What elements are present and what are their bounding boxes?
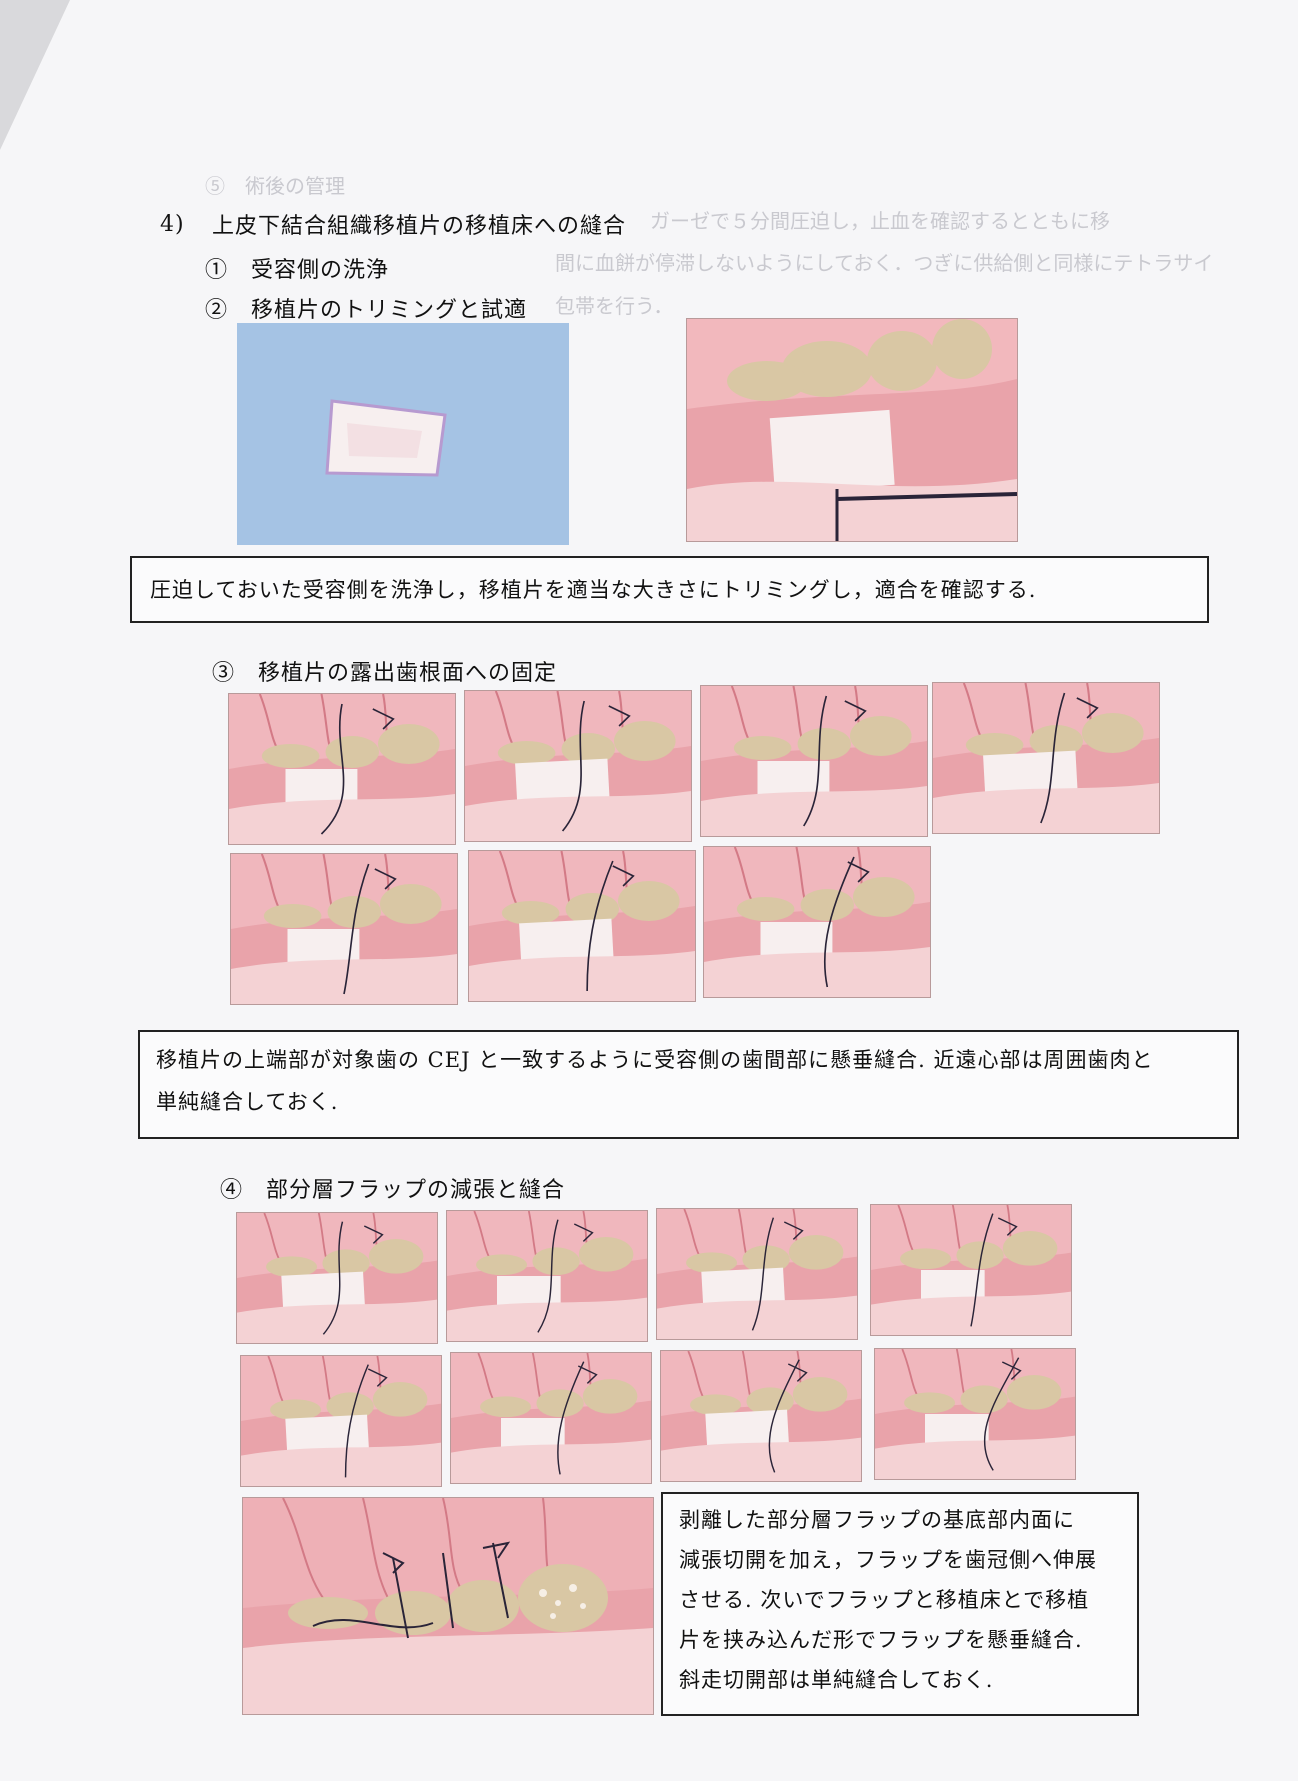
section-number: 4) — [160, 212, 185, 237]
caption-flap-line1: 剥離した部分層フラップの基底部内面に — [679, 1508, 1075, 1532]
flap-step-photo-3 — [656, 1208, 858, 1340]
section-title: 上皮下結合組織移植片の移植床への縫合 — [212, 214, 627, 239]
flap-step-photo-6 — [450, 1352, 652, 1484]
suture-step-photo-6 — [468, 850, 696, 1002]
flap-step-photo-5 — [240, 1355, 442, 1487]
caption-flap-line3: させる. 次いでフラップと移植床とで移植 — [679, 1588, 1090, 1612]
caption-flap-line2: 減張切開を加え，フラップを歯冠側へ伸展 — [679, 1548, 1097, 1572]
flap-step-photo-8 — [874, 1348, 1076, 1480]
faint-text-line: ⑤ 術後の管理 — [205, 174, 345, 198]
step-4-heading: ④ 部分層フラップの減張と縫合 — [220, 1178, 566, 1203]
caption-flap-line4: 片を挟み込んだ形でフラップを懸垂縫合. — [679, 1628, 1083, 1652]
suture-step-photo-5 — [230, 853, 458, 1005]
graft-on-drape-photo — [237, 323, 569, 545]
faint-text-line: 包帯を行う． — [555, 294, 674, 318]
suture-step-photo-4 — [932, 682, 1160, 834]
flap-step-photo-7 — [660, 1350, 862, 1482]
page-fold-shadow — [0, 0, 70, 150]
final-suture-photo — [242, 1497, 654, 1715]
suture-step-photo-3 — [700, 685, 928, 837]
caption-box-trimming: 圧迫しておいた受容側を洗浄し，移植片を適当な大きさにトリミングし，適合を確認する… — [130, 556, 1209, 623]
caption-fixation-line2: 単純縫合しておく. — [156, 1090, 339, 1114]
flap-step-photo-4 — [870, 1204, 1072, 1336]
step-2-heading: ② 移植片のトリミングと試適 — [205, 298, 528, 323]
graft-try-in-photo — [686, 318, 1018, 542]
caption-trimming: 圧迫しておいた受容側を洗浄し，移植片を適当な大きさにトリミングし，適合を確認する… — [150, 578, 1037, 602]
caption-box-flap: 剥離した部分層フラップの基底部内面に 減張切開を加え，フラップを歯冠側へ伸展 さ… — [661, 1492, 1139, 1716]
suture-step-photo-7 — [703, 846, 931, 998]
suture-step-photo-1 — [228, 693, 456, 845]
caption-box-fixation: 移植片の上端部が対象歯の CEJ と一致するように受容側の歯間部に懸垂縫合. 近… — [138, 1030, 1239, 1139]
caption-flap-line5: 斜走切開部は単純縫合しておく. — [679, 1668, 994, 1692]
flap-step-photo-2 — [446, 1210, 648, 1342]
suture-step-photo-2 — [464, 690, 692, 842]
faint-text-line: ガーゼで５分間圧迫し，止血を確認するとともに移 — [650, 209, 1110, 233]
step-1-heading: ① 受容側の洗浄 — [205, 258, 390, 283]
flap-step-photo-1 — [236, 1212, 438, 1344]
caption-fixation-line1: 移植片の上端部が対象歯の CEJ と一致するように受容側の歯間部に懸垂縫合. 近… — [156, 1048, 1154, 1072]
faint-text-line: 間に血餅が停滞しないようにしておく．つぎに供給側と同様にテトラサイ — [555, 251, 1214, 275]
step-3-heading: ③ 移植片の露出歯根面への固定 — [212, 661, 558, 686]
